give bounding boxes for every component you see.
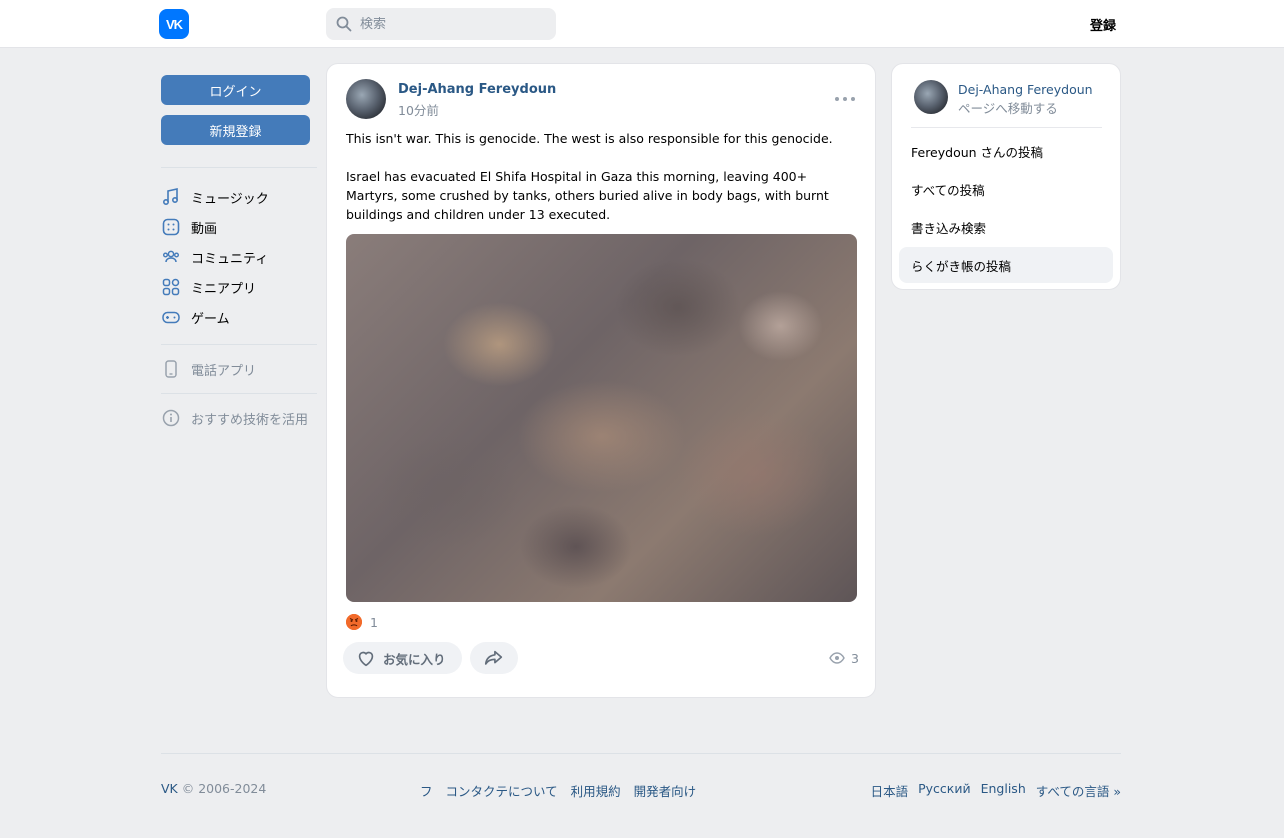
reaction-count: 1 bbox=[370, 614, 378, 630]
post-author[interactable]: Dej-Ahang Fereydoun bbox=[398, 82, 556, 97]
post-text-paragraph: This isn't war. This is genocide. The we… bbox=[346, 131, 833, 146]
more-options-icon[interactable] bbox=[835, 94, 855, 104]
footer-link[interactable]: フ bbox=[420, 781, 433, 800]
side-item-search-posts[interactable]: 書き込み検索 bbox=[899, 209, 1113, 245]
nav-item-tech[interactable]: おすすめ技術を活用 bbox=[161, 405, 317, 431]
search-icon bbox=[336, 16, 352, 32]
register-link[interactable]: 登録 bbox=[1090, 15, 1116, 34]
nav-item-video[interactable]: 動画 bbox=[161, 214, 317, 240]
nav-item-label: 動画 bbox=[191, 221, 218, 237]
heart-icon bbox=[358, 651, 374, 667]
side-divider bbox=[911, 127, 1102, 128]
post-time[interactable]: 10分前 bbox=[398, 100, 439, 119]
footer-divider bbox=[161, 753, 1121, 754]
lang-all[interactable]: すべての言語 » bbox=[1036, 781, 1121, 800]
vk-logo[interactable]: VK bbox=[159, 9, 189, 39]
nav-item-label: ミニアプリ bbox=[191, 281, 257, 297]
copyright-text: © 2006-2024 bbox=[177, 781, 267, 796]
like-label: お気に入り bbox=[383, 651, 446, 667]
side-profile-name[interactable]: Dej-Ahang Fereydoun bbox=[958, 82, 1093, 97]
language-links: 日本語 Русский English すべての言語 » bbox=[871, 781, 1121, 800]
phone-icon bbox=[161, 359, 181, 379]
side-item-author-posts[interactable]: Fereydoun さんの投稿 bbox=[899, 133, 1113, 169]
video-icon bbox=[161, 217, 181, 237]
nav-divider bbox=[161, 393, 317, 394]
signup-button[interactable]: 新規登録 bbox=[161, 115, 310, 145]
post-text-paragraph: Israel has evacuated El Shifa Hospital i… bbox=[346, 169, 829, 222]
community-icon bbox=[161, 247, 181, 267]
nav-divider bbox=[161, 167, 317, 168]
nav-item-games[interactable]: ゲーム bbox=[161, 304, 317, 330]
nav-item-phone-app[interactable]: 電話アプリ bbox=[161, 356, 317, 382]
views-counter: 3 bbox=[829, 650, 859, 666]
side-avatar[interactable] bbox=[914, 80, 948, 114]
side-item-graffiti-posts[interactable]: らくがき帳の投稿 bbox=[899, 247, 1113, 283]
nav-item-label: おすすめ技術を活用 bbox=[191, 412, 309, 428]
lang-english[interactable]: English bbox=[981, 781, 1026, 800]
angry-face-icon bbox=[346, 614, 362, 630]
top-header: VK 登録 bbox=[0, 0, 1284, 48]
lang-russian[interactable]: Русский bbox=[918, 781, 970, 800]
side-item-all-posts[interactable]: すべての投稿 bbox=[899, 171, 1113, 207]
nav-item-mini-apps[interactable]: ミニアプリ bbox=[161, 274, 317, 300]
nav-item-label: ゲーム bbox=[191, 311, 230, 327]
search-input[interactable] bbox=[360, 16, 540, 32]
nav-item-community[interactable]: コミュニティ bbox=[161, 244, 317, 270]
login-button[interactable]: ログイン bbox=[161, 75, 310, 105]
mini-apps-icon bbox=[161, 277, 181, 297]
lang-japanese[interactable]: 日本語 bbox=[871, 781, 909, 800]
info-icon bbox=[161, 408, 181, 428]
views-count: 3 bbox=[851, 650, 859, 666]
gamepad-icon bbox=[161, 307, 181, 327]
share-button[interactable] bbox=[470, 642, 518, 674]
reaction-summary[interactable]: 1 bbox=[346, 614, 378, 630]
nav-divider bbox=[161, 344, 317, 345]
footer-brand-link[interactable]: VK bbox=[161, 781, 178, 796]
search-box[interactable] bbox=[326, 8, 556, 40]
music-icon bbox=[161, 187, 181, 207]
nav-item-music[interactable]: ミュージック bbox=[161, 184, 317, 210]
footer-copyright: VK © 2006-2024 bbox=[161, 781, 266, 796]
like-button[interactable]: お気に入り bbox=[343, 642, 462, 674]
footer-links: フ コンタクテについて 利用規約 開発者向け bbox=[420, 781, 696, 800]
wall-post: Dej-Ahang Fereydoun 10分前 This isn't war.… bbox=[326, 63, 876, 698]
footer-link-developers[interactable]: 開発者向け bbox=[634, 781, 697, 800]
nav-item-label: ミュージック bbox=[191, 191, 269, 207]
post-text: This isn't war. This is genocide. The we… bbox=[346, 129, 856, 224]
author-avatar[interactable] bbox=[346, 79, 386, 119]
eye-icon bbox=[829, 652, 845, 664]
post-photo[interactable] bbox=[346, 234, 857, 602]
nav-item-label: コミュニティ bbox=[191, 251, 269, 267]
footer-link-about[interactable]: コンタクテについて bbox=[446, 781, 558, 800]
profile-side-card: Dej-Ahang Fereydoun ページへ移動する Fereydoun さ… bbox=[891, 63, 1121, 290]
nav-item-label: 電話アプリ bbox=[191, 363, 257, 379]
side-goto-page[interactable]: ページへ移動する bbox=[958, 98, 1058, 117]
footer-link-terms[interactable]: 利用規約 bbox=[571, 781, 621, 800]
share-icon bbox=[484, 650, 503, 665]
